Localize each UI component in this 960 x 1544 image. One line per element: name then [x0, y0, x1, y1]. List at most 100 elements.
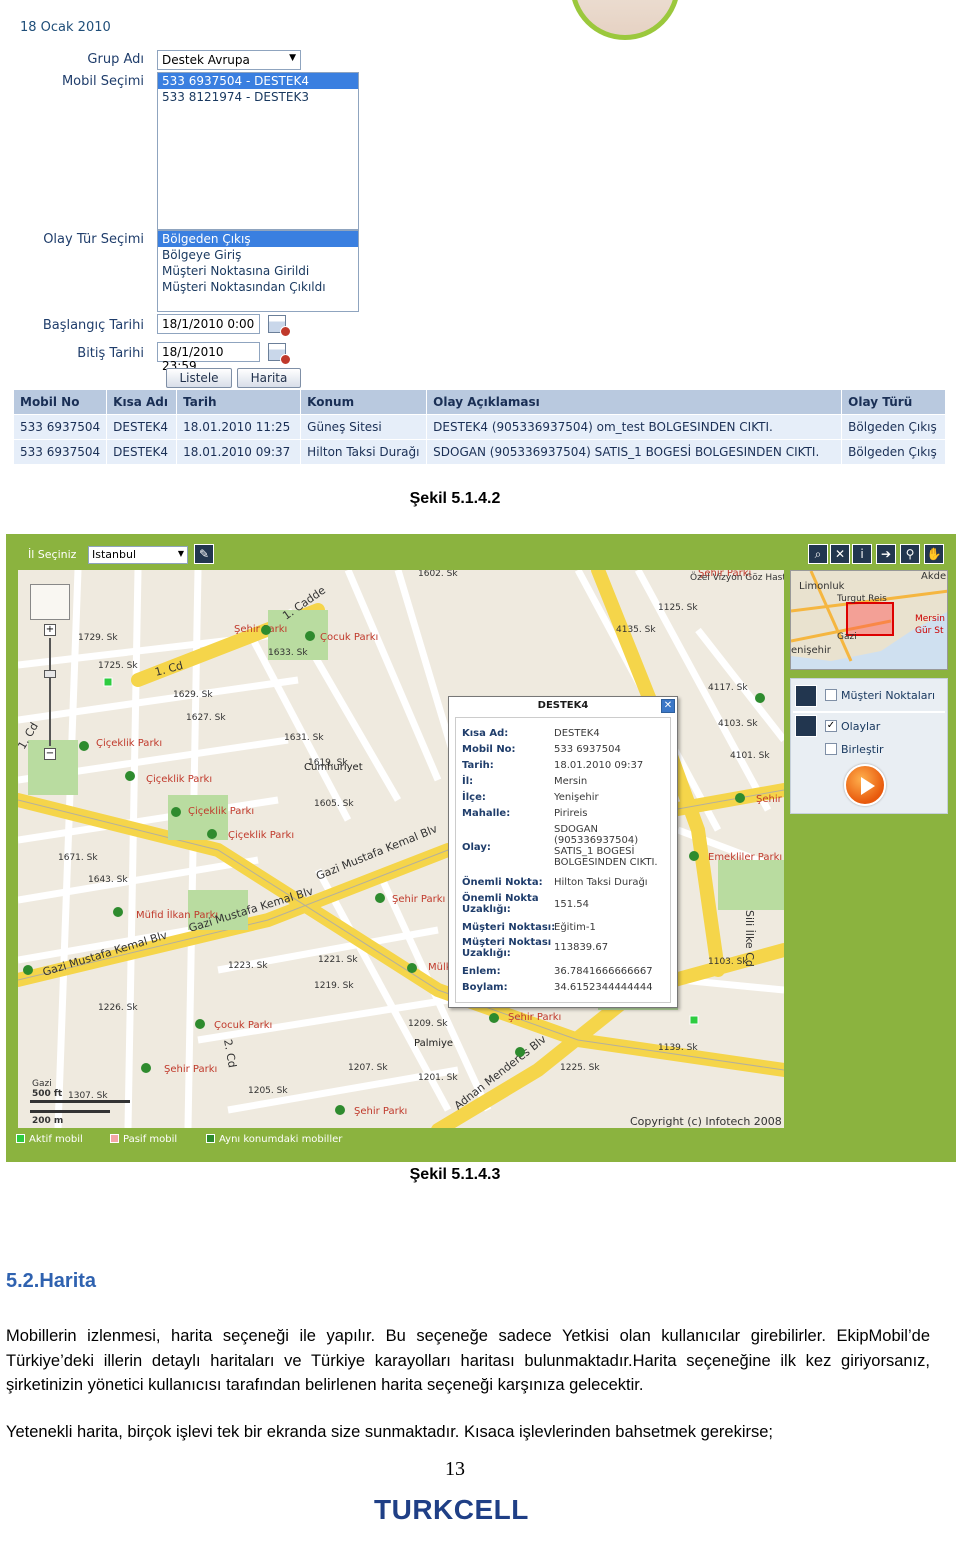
- end-date-input[interactable]: 18/1/2010 23:59: [157, 342, 260, 373]
- magnifier-icon[interactable]: ⚲: [900, 544, 920, 564]
- table-cell: 533 6937504: [14, 413, 108, 439]
- minimap-label: Limonluk: [799, 581, 845, 592]
- popup-key: Enlem:: [462, 966, 501, 977]
- popup-key: İlçe:: [462, 792, 486, 803]
- popup-key: Olay:: [462, 842, 491, 853]
- active-legend-swatch: [16, 1134, 25, 1143]
- customer-points-label: Müşteri Noktaları: [841, 689, 936, 702]
- customer-points-checkbox[interactable]: [825, 689, 837, 701]
- city-select-value: Istanbul: [92, 548, 137, 561]
- active-mobile-marker: [689, 1015, 699, 1025]
- svg-text:1139. Sk: 1139. Sk: [658, 1043, 698, 1053]
- hand-icon[interactable]: ✋: [924, 544, 944, 564]
- close-icon[interactable]: ✕: [661, 699, 675, 713]
- mobile-option[interactable]: 533 6937504 - DESTEK4: [158, 73, 358, 89]
- zoom-slider-handle[interactable]: [44, 670, 56, 678]
- map-type-icon[interactable]: ✎: [194, 544, 214, 564]
- svg-text:1225. Sk: 1225. Sk: [560, 1063, 600, 1073]
- event-type-option[interactable]: Müşteri Noktasından Çıkıldı: [158, 279, 358, 295]
- event-type-option[interactable]: Bölgeden Çıkış: [158, 231, 358, 247]
- pan-control[interactable]: [30, 584, 70, 620]
- zoom-out-icon[interactable]: −: [44, 748, 56, 760]
- layer-toggle-icon[interactable]: [795, 685, 817, 707]
- popup-key: Mahalle:: [462, 808, 511, 819]
- info-icon[interactable]: i: [852, 544, 872, 564]
- table-cell: DESTEK4: [106, 413, 178, 439]
- passive-legend-swatch: [110, 1134, 119, 1143]
- layer-toggle-icon[interactable]: [795, 715, 817, 737]
- park-label: Şehir Parkı: [392, 894, 445, 905]
- column-header[interactable]: Kısa Adı: [106, 390, 178, 414]
- close-icon[interactable]: ✕: [830, 544, 850, 564]
- paragraph: Mobillerin izlenmesi, harita seçeneği il…: [6, 1327, 930, 1394]
- popup-value: 533 6937504: [554, 744, 621, 755]
- popup-value: Hilton Taksi Durağı: [554, 877, 648, 888]
- paragraph: Yetenekli harita, birçok işlevi tek bir …: [6, 1423, 774, 1441]
- svg-text:1226. Sk: 1226. Sk: [98, 1003, 138, 1013]
- event-type-option[interactable]: Bölgeye Giriş: [158, 247, 358, 263]
- city-select[interactable]: Istanbul ▼: [88, 546, 188, 564]
- mobile-option[interactable]: 533 8121974 - DESTEK3: [158, 89, 358, 105]
- legend-same-location: Aynı konumdaki mobiller: [206, 1134, 342, 1145]
- svg-text:1307. Sk: 1307. Sk: [68, 1091, 108, 1101]
- legend-active: Aktif mobil: [16, 1134, 83, 1145]
- zoom-area-icon[interactable]: ⌕: [808, 544, 828, 564]
- calendar-icon[interactable]: [268, 343, 291, 365]
- map-button[interactable]: Harita: [237, 368, 301, 388]
- start-date-input[interactable]: 18/1/2010 0:00: [157, 314, 260, 334]
- results-table: Mobil No Kısa Adı Tarih Konum Olay Açıkl…: [14, 390, 946, 464]
- hospital-label: Özel Vizyon Göz Hastanesi: [690, 572, 784, 583]
- popup-key: Mobil No:: [462, 744, 516, 755]
- events-checkbox[interactable]: ✓: [825, 720, 837, 732]
- report-date: 18 Ocak 2010: [20, 20, 111, 35]
- park-label: Çiçeklik Parkı: [188, 806, 254, 817]
- zoom-slider-track[interactable]: [49, 638, 51, 746]
- zoom-in-icon[interactable]: +: [44, 624, 56, 636]
- minimap-label: Gazi: [837, 632, 857, 642]
- scale-ft: 500 ft: [32, 1089, 63, 1099]
- minimap-label: Akde: [921, 571, 946, 582]
- column-header[interactable]: Tarih: [176, 390, 302, 414]
- popup-key: Boylam:: [462, 982, 508, 993]
- svg-text:1629. Sk: 1629. Sk: [173, 690, 213, 700]
- popup-key: Müşteri Noktası:: [462, 922, 556, 933]
- park-label: Şehir: [756, 794, 783, 805]
- event-type-listbox[interactable]: Bölgeden Çıkış Bölgeye Giriş Müşteri Nok…: [157, 230, 359, 312]
- turkcell-logo: TURKCELL: [374, 1494, 529, 1525]
- legend-passive: Pasif mobil: [110, 1134, 177, 1145]
- minimap-label: Gür St: [915, 626, 944, 636]
- column-header[interactable]: Konum: [300, 390, 428, 414]
- svg-text:1221. Sk: 1221. Sk: [318, 955, 358, 965]
- divider: [793, 711, 945, 713]
- column-header[interactable]: Olay Türü: [841, 390, 946, 414]
- mobile-listbox[interactable]: 533 6937504 - DESTEK4 533 8121974 - DEST…: [157, 72, 359, 230]
- start-date-label: Başlangıç Tarihi: [42, 318, 144, 333]
- vehicle-info-popup: DESTEK4 ✕ Kısa Ad: DESTEK4 Mobil No: 533…: [448, 696, 678, 1008]
- district-label: Palmiye: [414, 1038, 453, 1049]
- column-header[interactable]: Olay Açıklaması: [426, 390, 843, 414]
- active-mobile-marker: [103, 677, 113, 687]
- district-label: Cumhuriyet: [304, 762, 363, 773]
- popup-value: 151.54: [554, 899, 589, 910]
- mobile-label: Mobil Seçimi: [61, 74, 144, 89]
- svg-text:1219. Sk: 1219. Sk: [314, 981, 354, 991]
- calendar-icon[interactable]: [268, 315, 291, 337]
- event-type-option[interactable]: Müşteri Noktasına Girildi: [158, 263, 358, 279]
- arrow-right-icon[interactable]: ➔: [876, 544, 896, 564]
- overview-minimap[interactable]: Limonluk Akde Turgut Reis Mersin Gür St …: [790, 570, 948, 670]
- list-button[interactable]: Listele: [166, 368, 232, 388]
- table-cell: 18.01.2010 11:25: [176, 413, 302, 439]
- zoom-control[interactable]: + −: [30, 584, 70, 774]
- play-button[interactable]: [844, 764, 886, 806]
- popup-value: Yenişehir: [554, 792, 599, 803]
- table-row[interactable]: 533 6937504 DESTEK4 18.01.2010 09:37 Hil…: [14, 438, 946, 464]
- popup-key: İl:: [462, 776, 474, 787]
- popup-key: Önemli Nokta Uzaklığı:: [462, 893, 539, 915]
- merge-checkbox[interactable]: [825, 743, 837, 755]
- decorative-header-image: [570, 0, 680, 40]
- table-row[interactable]: 533 6937504 DESTEK4 18.01.2010 11:25 Gün…: [14, 413, 946, 439]
- column-header[interactable]: Mobil No: [14, 390, 108, 414]
- table-cell: 533 6937504: [14, 438, 108, 464]
- figure-caption: Şekil 5.1.4.3: [409, 1166, 501, 1183]
- group-select[interactable]: Destek Avrupa ▼: [157, 50, 301, 70]
